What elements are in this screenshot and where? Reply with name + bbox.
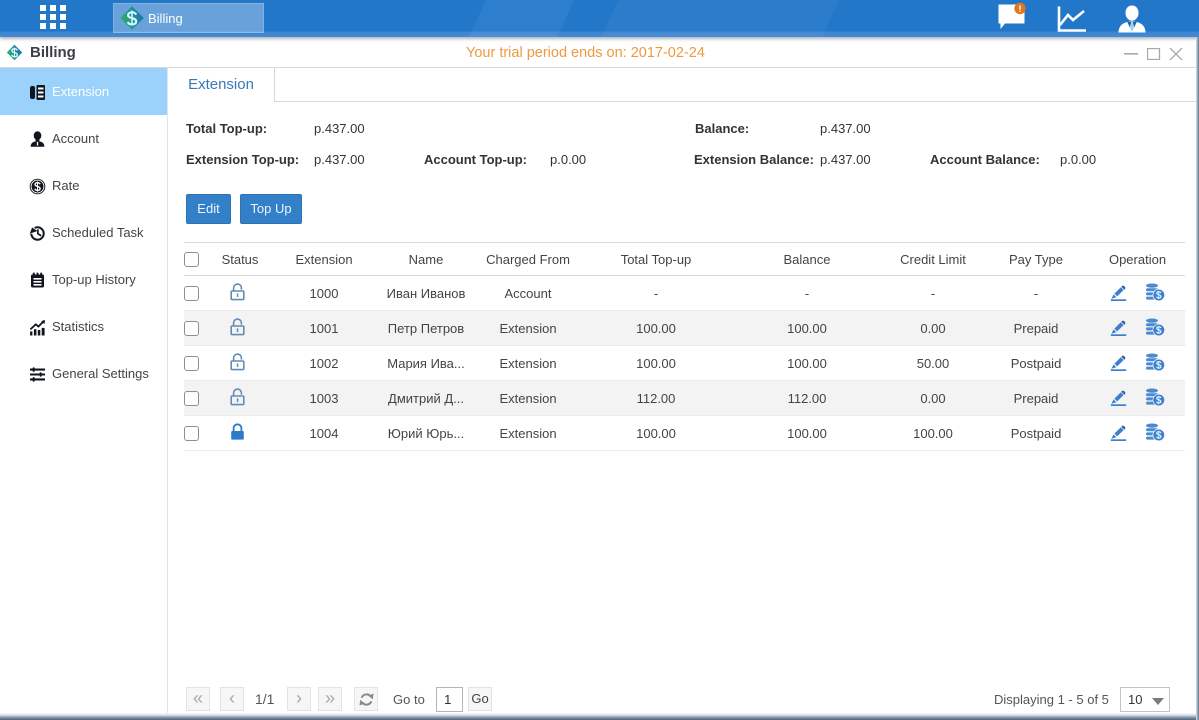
- svg-text:!: !: [1019, 4, 1022, 14]
